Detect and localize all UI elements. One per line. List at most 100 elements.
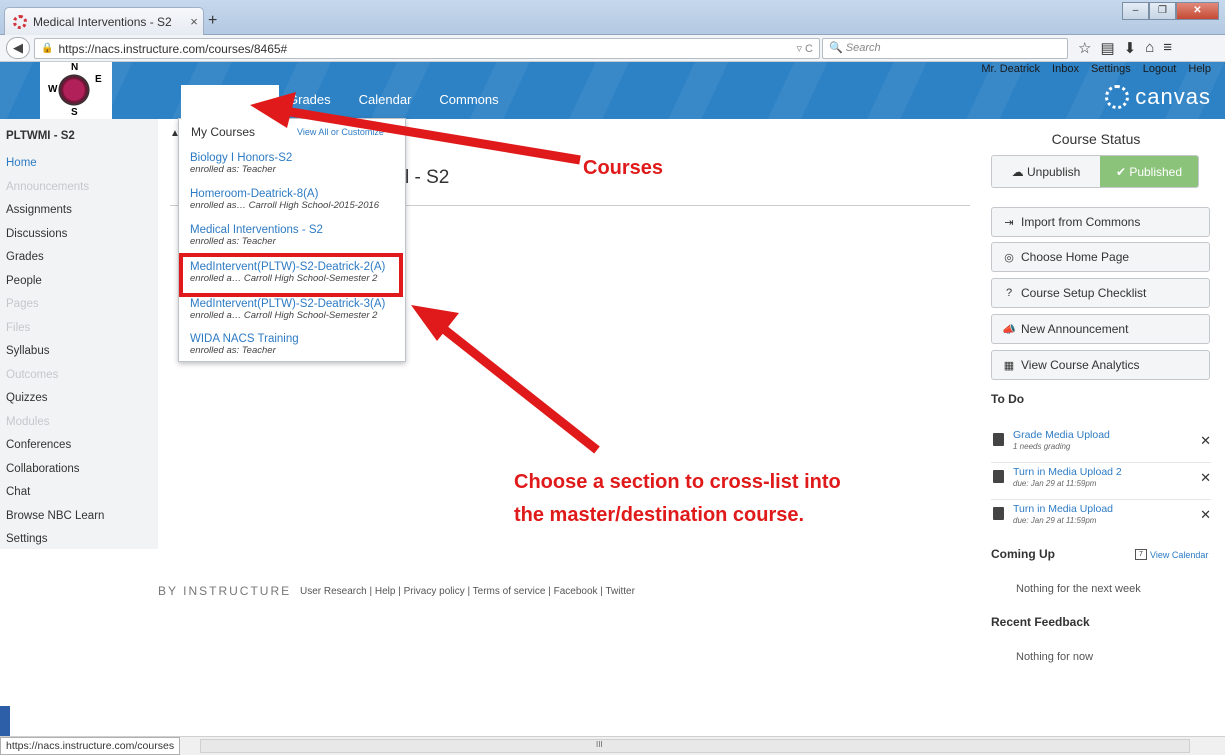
minimize-button[interactable]: ‒ [1122, 2, 1149, 20]
courses-nav-tab[interactable] [181, 85, 279, 119]
inbox-link[interactable]: Inbox [1052, 63, 1079, 75]
course-item[interactable]: Biology I Honors-S2 enrolled as: Teacher [190, 152, 292, 175]
logo-letter-n: N [71, 62, 79, 73]
dismiss-icon[interactable]: ✕ [1200, 507, 1211, 523]
course-nav-chat[interactable]: Chat [0, 482, 158, 506]
course-setup-checklist-button[interactable]: ? Course Setup Checklist [991, 278, 1210, 308]
tab-close-icon[interactable]: × [185, 14, 203, 29]
new-announcement-button[interactable]: 📣 New Announcement [991, 314, 1210, 344]
home-icon[interactable]: ⌂ [1145, 39, 1154, 57]
course-nav-collaborations[interactable]: Collaborations [0, 459, 158, 483]
logo-letter-s: S [71, 107, 78, 118]
course-name[interactable]: Biology I Honors-S2 [190, 152, 292, 164]
new-tab-button[interactable]: + [208, 12, 217, 30]
course-nav-conferences[interactable]: Conferences [0, 435, 158, 459]
course-nav-nbc-learn[interactable]: Browse NBC Learn [0, 506, 158, 530]
dismiss-icon[interactable]: ✕ [1200, 470, 1211, 486]
settings-link[interactable]: Settings [1091, 63, 1131, 75]
todo-name[interactable]: Turn in Media Upload [1013, 503, 1113, 515]
nav-grades[interactable]: Grades [288, 92, 331, 107]
scrollbar-grip-icon[interactable]: III [596, 740, 603, 749]
document-icon [993, 470, 1004, 483]
dismiss-icon[interactable]: ✕ [1200, 433, 1211, 449]
course-item[interactable]: WIDA NACS Training enrolled as: Teacher [190, 333, 299, 356]
canvas-brand[interactable]: canvas [1105, 84, 1211, 110]
canvas-favicon-icon [13, 14, 27, 29]
choose-home-page-label: Choose Home Page [1021, 250, 1130, 264]
course-nav-people[interactable]: People [0, 271, 158, 295]
view-calendar-link[interactable]: 7 View Calendar [1135, 549, 1208, 560]
course-item[interactable]: Homeroom-Deatrick-8(A) enrolled as… Carr… [190, 188, 379, 211]
school-logo[interactable]: N W E S [40, 62, 112, 119]
unpublish-button[interactable]: ☁ Unpublish [992, 156, 1100, 187]
course-nav-discussions[interactable]: Discussions [0, 224, 158, 248]
course-name[interactable]: Homeroom-Deatrick-8(A) [190, 188, 379, 200]
course-nav-assignments[interactable]: Assignments [0, 200, 158, 224]
maximize-button[interactable]: ❐ [1149, 2, 1176, 20]
bookmark-star-icon[interactable]: ☆ [1078, 39, 1091, 57]
annotation-instruction-line-1: Choose a section to cross-list into [514, 471, 841, 493]
chart-icon: ▦ [1003, 359, 1015, 372]
view-all-courses-link[interactable]: View All or Customize [297, 127, 384, 137]
todo-item[interactable]: Turn in Media Upload 2 due: Jan 29 at 11… [991, 466, 1211, 500]
user-name-link[interactable]: Mr. Deatrick [981, 63, 1040, 75]
course-enrollment: enrolled as: Teacher [190, 345, 276, 356]
view-calendar-label: View Calendar [1150, 549, 1209, 560]
course-name[interactable]: WIDA NACS Training [190, 333, 299, 345]
user-nav: Mr. Deatrick Inbox Settings Logout Help [981, 63, 1211, 75]
course-analytics-button[interactable]: ▦ View Course Analytics [991, 350, 1210, 380]
status-url: https://nacs.instructure.com/courses [0, 737, 181, 755]
course-nav-syllabus[interactable]: Syllabus [0, 341, 158, 365]
course-nav-files[interactable]: Files [0, 318, 158, 342]
todo-item[interactable]: Grade Media Upload 1 needs grading ✕ [991, 429, 1211, 463]
browser-search-input[interactable]: 🔍 Search [822, 38, 1068, 59]
back-arrow-icon[interactable]: ◀ [6, 37, 30, 59]
nav-commons[interactable]: Commons [439, 92, 498, 107]
nav-calendar[interactable]: Calendar [359, 92, 412, 107]
browser-nav-bar: ◀ 🔒 https://nacs.instructure.com/courses… [0, 35, 1225, 62]
todo-name[interactable]: Turn in Media Upload 2 [1013, 466, 1122, 478]
course-item[interactable]: MedIntervent(PLTW)-S2-Deatrick-3(A) enro… [190, 298, 385, 321]
course-name[interactable]: Medical Interventions - S2 [190, 224, 323, 236]
help-link[interactable]: Help [1188, 63, 1211, 75]
recent-feedback-heading: Recent Feedback [991, 615, 1090, 629]
logout-link[interactable]: Logout [1143, 63, 1177, 75]
course-nav-home[interactable]: Home [0, 153, 158, 177]
course-item[interactable]: Medical Interventions - S2 enrolled as: … [190, 224, 323, 247]
my-courses-heading: My Courses [191, 125, 256, 139]
published-button[interactable]: ✔ Published [1100, 156, 1198, 187]
publish-toggle: ☁ Unpublish ✔ Published [991, 155, 1199, 188]
footer-brand[interactable]: BY INSTRUCTURE [158, 584, 291, 598]
choose-home-page-button[interactable]: ◎ Choose Home Page [991, 242, 1210, 272]
course-code[interactable]: PLTWMI - S2 [0, 119, 158, 153]
window-close-button[interactable]: ✕ [1176, 2, 1219, 20]
reading-list-icon[interactable]: ▤ [1100, 39, 1114, 57]
canvas-logo-icon [1105, 85, 1130, 109]
footer-links[interactable]: User Research | Help | Privacy policy | … [300, 586, 635, 597]
browser-tab-bar: Medical Interventions - S2 × + ‒ ❐ ✕ [0, 0, 1225, 35]
address-bar[interactable]: 🔒 https://nacs.instructure.com/courses/8… [34, 38, 820, 59]
lock-icon: 🔒 [41, 43, 54, 54]
todo-heading: To Do [991, 392, 1025, 406]
todo-name[interactable]: Grade Media Upload [1013, 429, 1110, 441]
course-nav-pages[interactable]: Pages [0, 294, 158, 318]
browser-tab[interactable]: Medical Interventions - S2 × [4, 7, 204, 35]
todo-item[interactable]: Turn in Media Upload due: Jan 29 at 11:5… [991, 503, 1211, 537]
course-nav-quizzes[interactable]: Quizzes [0, 388, 158, 412]
menu-icon[interactable]: ≡ [1163, 39, 1172, 57]
recent-feedback-note: Nothing for now [1016, 651, 1094, 663]
course-nav-settings[interactable]: Settings [0, 529, 158, 553]
horizontal-scrollbar[interactable]: III [200, 739, 1190, 753]
reload-icon[interactable]: ▿ C [796, 42, 813, 55]
course-nav-modules[interactable]: Modules [0, 412, 158, 436]
course-nav-announcements[interactable]: Announcements [0, 177, 158, 201]
course-name[interactable]: MedIntervent(PLTW)-S2-Deatrick-3(A) [190, 298, 385, 310]
download-icon[interactable]: ⬇ [1124, 39, 1137, 57]
course-status-title: Course Status [1051, 131, 1141, 147]
course-nav-outcomes[interactable]: Outcomes [0, 365, 158, 389]
import-icon: ⇥ [1004, 216, 1014, 229]
course-enrollment: enrolled as: Teacher [190, 236, 276, 247]
course-enrollment: enrolled as… Carroll High School-2015-20… [190, 200, 380, 211]
import-commons-button[interactable]: ⇥ Import from Commons [991, 207, 1210, 237]
course-nav-grades[interactable]: Grades [0, 247, 158, 271]
